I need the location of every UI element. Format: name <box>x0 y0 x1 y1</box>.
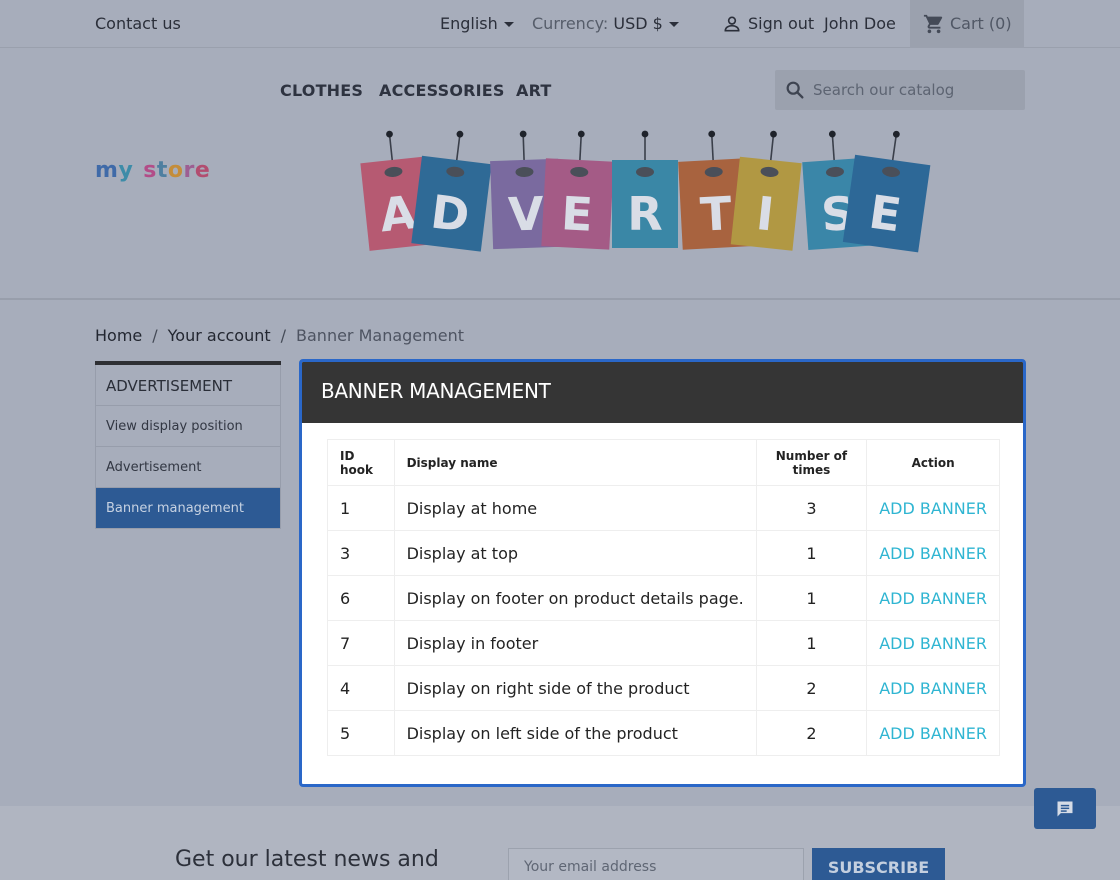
newsletter-heading: Get our latest news and <box>175 847 439 872</box>
banner-management-modal: BANNER MANAGEMENT ID hook Display name N… <box>299 359 1026 787</box>
caret-down-icon <box>668 22 679 27</box>
banner-letter: E <box>560 186 594 242</box>
cell-action: ADD BANNER <box>866 665 1000 711</box>
column-header-display-name: Display name <box>393 439 757 486</box>
banner-card: I <box>730 130 802 251</box>
account-sidebar: ADVERTISEMENT View display position Adve… <box>95 361 281 529</box>
add-banner-link[interactable]: ADD BANNER <box>879 589 987 608</box>
cell-display-name: Display at top <box>393 530 757 576</box>
sidebar-title: ADVERTISEMENT <box>95 365 281 406</box>
top-bar: Contact us English Currency: USD $ Sign … <box>0 0 1120 48</box>
cart-label: Cart <box>950 14 984 33</box>
sign-out-link[interactable]: Sign out <box>748 14 814 33</box>
add-banner-link[interactable]: ADD BANNER <box>879 634 987 653</box>
cell-action: ADD BANNER <box>866 485 1000 531</box>
cell-number-of-times: 2 <box>755 710 868 756</box>
cell-id-hook: 5 <box>327 710 395 756</box>
table-row: 7 Display in footer 1 ADD BANNER <box>327 620 1000 666</box>
add-banner-link[interactable]: ADD BANNER <box>879 499 987 518</box>
breadcrumb-your-account[interactable]: Your account <box>168 326 271 345</box>
newsletter-email-input[interactable] <box>508 848 804 880</box>
sidebar-item-advertisement[interactable]: Advertisement <box>95 447 281 488</box>
banner-letter: R <box>627 187 662 241</box>
breadcrumb: Home / Your account / Banner Management <box>95 326 464 345</box>
banner-letter: V <box>507 186 545 241</box>
add-banner-link[interactable]: ADD BANNER <box>879 679 987 698</box>
account-name-link[interactable]: John Doe <box>824 14 896 33</box>
cell-number-of-times: 1 <box>755 620 868 666</box>
currency-value: USD $ <box>613 14 663 33</box>
language-label: English <box>440 14 498 33</box>
table-row: 3 Display at top 1 ADD BANNER <box>327 530 1000 576</box>
newsletter-footer: Get our latest news and SUBSCRIBE <box>0 806 1120 880</box>
sidebar-item-view-display-position[interactable]: View display position <box>95 406 281 447</box>
subscribe-button[interactable]: SUBSCRIBE <box>812 848 945 880</box>
sidebar-item-banner-management[interactable]: Banner management <box>95 488 281 529</box>
cell-display-name: Display on footer on product details pag… <box>393 575 757 621</box>
cell-id-hook: 1 <box>327 485 395 531</box>
cell-action: ADD BANNER <box>866 575 1000 621</box>
cell-display-name: Display at home <box>393 485 757 531</box>
cell-number-of-times: 1 <box>755 530 868 576</box>
user-icon <box>724 16 740 32</box>
search-icon[interactable] <box>784 79 806 101</box>
column-header-action: Action <box>866 439 1000 486</box>
cell-action: ADD BANNER <box>866 620 1000 666</box>
cell-id-hook: 4 <box>327 665 395 711</box>
banner-letter: D <box>428 184 472 242</box>
chat-button[interactable] <box>1034 788 1096 829</box>
breadcrumb-current: Banner Management <box>296 326 464 345</box>
table-row: 5 Display on left side of the product 2 … <box>327 710 1000 756</box>
nav-item-art[interactable]: ART <box>516 81 552 100</box>
banner-letter: T <box>699 186 734 242</box>
breadcrumb-home[interactable]: Home <box>95 326 142 345</box>
search-input[interactable] <box>813 78 1013 102</box>
store-logo[interactable]: my store <box>95 158 210 183</box>
banner-card: E <box>541 130 614 250</box>
cell-action: ADD BANNER <box>866 530 1000 576</box>
table-row: 6 Display on footer on product details p… <box>327 575 1000 621</box>
banner-card: D <box>411 130 492 252</box>
cell-display-name: Display on left side of the product <box>393 710 757 756</box>
language-selector[interactable]: English <box>440 14 514 33</box>
chat-icon <box>1057 801 1073 817</box>
advertise-banner-image: ADVERTISE <box>360 130 931 253</box>
banner-hooks-table: ID hook Display name Number of times Act… <box>327 439 1000 756</box>
modal-title: BANNER MANAGEMENT <box>321 379 551 403</box>
add-banner-link[interactable]: ADD BANNER <box>879 544 987 563</box>
table-row: 1 Display at home 3 ADD BANNER <box>327 485 1000 531</box>
nav-item-clothes[interactable]: CLOTHES <box>280 81 363 100</box>
cell-id-hook: 7 <box>327 620 395 666</box>
cell-id-hook: 6 <box>327 575 395 621</box>
cart-count: (0) <box>988 14 1012 33</box>
add-banner-link[interactable]: ADD BANNER <box>879 724 987 743</box>
cell-display-name: Display in footer <box>393 620 757 666</box>
contact-us-link[interactable]: Contact us <box>95 14 181 33</box>
cart-icon <box>923 14 943 34</box>
column-header-number-of-times: Number of times <box>755 439 868 486</box>
cell-action: ADD BANNER <box>866 710 1000 756</box>
cell-number-of-times: 1 <box>755 575 868 621</box>
currency-selector[interactable]: Currency: USD $ <box>532 14 679 33</box>
banner-card: R <box>612 130 678 248</box>
cart-button[interactable]: Cart (0) <box>910 0 1024 48</box>
table-header-row: ID hook Display name Number of times Act… <box>327 439 1000 486</box>
cell-number-of-times: 2 <box>755 665 868 711</box>
table-row: 4 Display on right side of the product 2… <box>327 665 1000 711</box>
nav-item-accessories[interactable]: ACCESSORIES <box>379 81 505 100</box>
modal-header: BANNER MANAGEMENT <box>302 362 1023 423</box>
banner-card: E <box>842 130 931 253</box>
currency-label: Currency: <box>532 14 609 33</box>
cell-display-name: Display on right side of the product <box>393 665 757 711</box>
column-header-id-hook: ID hook <box>327 439 395 486</box>
search-box <box>775 70 1025 110</box>
caret-down-icon <box>503 22 514 27</box>
cell-id-hook: 3 <box>327 530 395 576</box>
cell-number-of-times: 3 <box>755 485 868 531</box>
